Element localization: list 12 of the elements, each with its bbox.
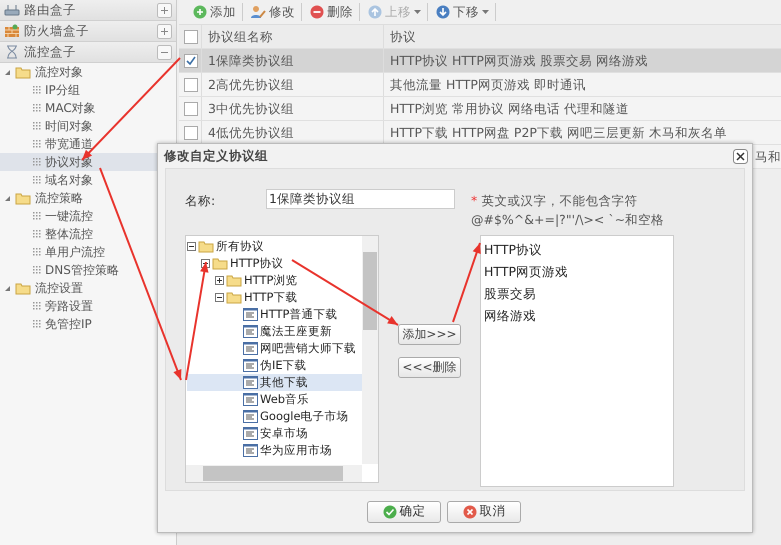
column-header: 协议 bbox=[383, 25, 781, 48]
table-cell: 1保障类协议组 bbox=[201, 49, 383, 72]
name-label: 名称: bbox=[185, 193, 216, 210]
table-cell: HTTP协议 HTTP网页游戏 股票交易 网络游戏 bbox=[383, 49, 781, 72]
column-header: 协议组名称 bbox=[201, 25, 383, 48]
table-cell-text: 马和 bbox=[755, 148, 781, 166]
table-cell: 其他流量 HTTP网页游戏 即时通讯 bbox=[383, 73, 781, 96]
hint-text: @#$%^&+=|?"'/\>< `~和空格 bbox=[471, 211, 664, 229]
table-cell: 2高优先协议组 bbox=[201, 73, 383, 96]
table-cell: HTTP浏览 常用协议 网络电话 代理和隧道 bbox=[383, 97, 781, 120]
table-cell: 3中优先协议组 bbox=[201, 97, 383, 120]
hint-text: * 英文或汉字，不能包含字符 bbox=[471, 192, 638, 210]
